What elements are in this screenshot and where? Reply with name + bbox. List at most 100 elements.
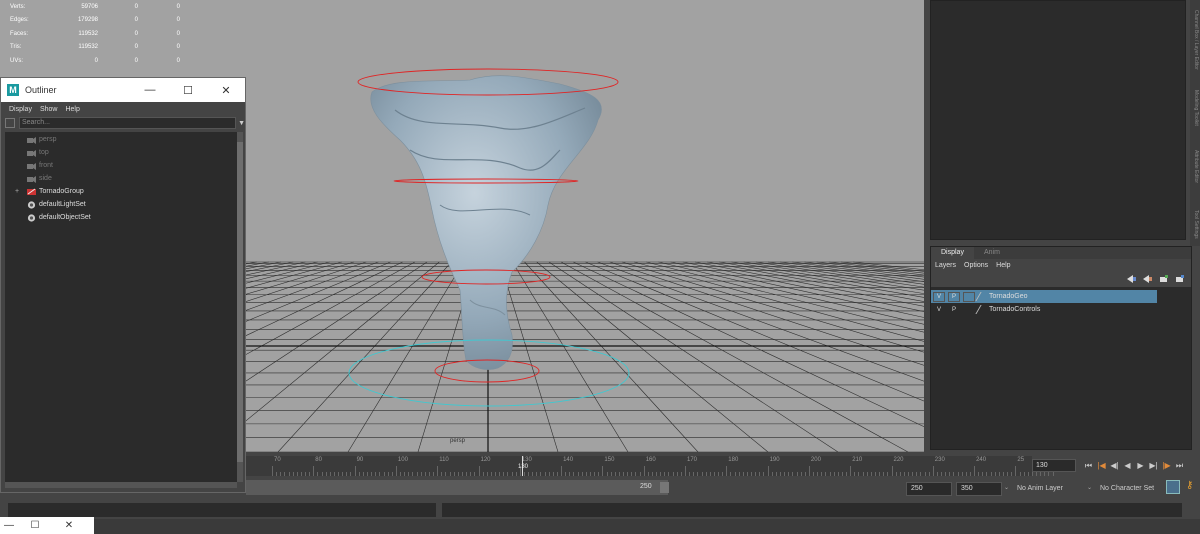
step-back-key-icon[interactable]: |◀ <box>1095 459 1108 473</box>
range-handle[interactable] <box>660 482 669 493</box>
step-forward-key-icon[interactable]: |▶ <box>1160 459 1173 473</box>
menu-show[interactable]: Show <box>40 106 58 113</box>
tick-mark <box>647 472 649 476</box>
minimized-window-bar: — ☐ ✕ <box>0 517 94 534</box>
layer-color-swatch[interactable] <box>975 292 989 301</box>
hud-value: 0 <box>176 30 180 37</box>
outliner-titlebar[interactable]: M Outliner — ☐ ✕ <box>1 78 245 102</box>
step-back-frame-icon[interactable]: ◀| <box>1108 459 1121 473</box>
outliner-item[interactable]: front <box>5 159 237 172</box>
current-time-indicator[interactable]: 130 <box>518 456 528 476</box>
channel-box-area[interactable] <box>930 0 1186 240</box>
visibility-toggle[interactable]: V <box>933 305 945 315</box>
menu-options[interactable]: Options <box>964 262 988 269</box>
new-layer-selected-icon[interactable] <box>1175 275 1185 283</box>
chevron-down-icon[interactable]: ⌄ <box>1087 484 1092 491</box>
side-tab[interactable]: Tool Settings <box>1191 210 1199 239</box>
go-to-start-icon[interactable]: ⏮ <box>1082 459 1095 473</box>
character-set-dropdown[interactable]: No Character Set <box>1100 485 1154 492</box>
menu-layers[interactable]: Layers <box>935 262 956 269</box>
go-to-end-icon[interactable]: ⏭ <box>1173 459 1186 473</box>
move-layer-up-icon[interactable] <box>1127 275 1137 283</box>
outliner-vertical-scrollbar[interactable] <box>237 132 243 482</box>
character-icon[interactable] <box>1166 480 1180 494</box>
range-slider[interactable] <box>246 480 668 495</box>
poly-count-hud: Verts: 59706 0 0 Edges: 179298 0 0 Faces: 119532 0… <box>4 0 184 68</box>
layer-row[interactable]: V P TornadoControls <box>931 303 1191 316</box>
layer-row[interactable]: V P TornadoGeo <box>931 290 1157 303</box>
tab-display[interactable]: Display <box>931 247 974 259</box>
menu-help[interactable]: Help <box>996 262 1010 269</box>
playback-toggle[interactable]: P <box>948 305 960 315</box>
tick-mark <box>734 472 736 476</box>
play-backwards-icon[interactable]: ◀ <box>1121 459 1134 473</box>
range-end-label: 250 <box>640 483 652 490</box>
tick-mark <box>1015 466 1017 476</box>
outliner-item[interactable]: top <box>5 146 237 159</box>
tick-mark <box>874 472 876 476</box>
tick-label: 220 <box>893 457 904 463</box>
window-maximize-button[interactable]: ☐ <box>18 520 52 531</box>
side-tab[interactable]: Modeling Toolkit <box>1191 90 1199 126</box>
tick-mark <box>548 472 550 476</box>
tick-mark <box>400 472 402 476</box>
chevron-down-icon[interactable]: ▼ <box>238 120 245 127</box>
close-button[interactable]: ✕ <box>207 84 245 97</box>
animation-end-field[interactable]: 350 <box>956 482 1002 496</box>
outliner-item[interactable]: side <box>5 172 237 185</box>
time-slider[interactable]: 70 80 90 100 110 120 130 140 150 160 170 180 190 200 2… <box>246 456 1054 476</box>
tick-mark <box>457 472 459 476</box>
outliner-item[interactable]: defaultLightSet <box>5 198 237 211</box>
menu-display[interactable]: Display <box>9 106 32 113</box>
tick-mark <box>779 472 781 476</box>
maximize-button[interactable]: ☐ <box>169 84 207 97</box>
tick-mark <box>486 472 488 476</box>
step-forward-frame-icon[interactable]: ▶| <box>1147 459 1160 473</box>
tick-mark <box>833 472 835 476</box>
layer-name: TornadoControls <box>989 306 1041 313</box>
play-forwards-icon[interactable]: ▶ <box>1134 459 1147 473</box>
new-layer-icon[interactable] <box>1159 275 1169 283</box>
tick-mark <box>701 472 703 476</box>
tick-label: 200 <box>810 457 821 463</box>
chevron-down-icon[interactable]: ⌄ <box>1004 484 1009 491</box>
tick-mark <box>362 472 364 476</box>
expand-toggle[interactable]: + <box>5 188 25 195</box>
move-layer-down-icon[interactable] <box>1143 275 1153 283</box>
side-tab[interactable]: Channel Box / Layer Editor <box>1191 10 1199 70</box>
tick-mark <box>685 466 686 476</box>
tick-mark <box>755 472 757 476</box>
menu-help[interactable]: Help <box>65 106 79 113</box>
playback-end-field[interactable]: 250 <box>906 482 952 496</box>
tornado-funnel[interactable] <box>370 75 602 370</box>
outliner-window: M Outliner — ☐ ✕ Display Show Help Searc… <box>0 77 246 493</box>
command-input[interactable] <box>8 503 436 517</box>
auto-key-icon[interactable]: ⚷ <box>1186 480 1198 494</box>
outliner-item[interactable]: persp <box>5 133 237 146</box>
display-type-toggle[interactable] <box>963 291 975 302</box>
visibility-toggle[interactable]: V <box>933 291 945 302</box>
current-frame-field[interactable]: 130 <box>1032 459 1076 472</box>
playback-toggle[interactable]: P <box>948 291 960 302</box>
tick-mark <box>639 472 641 476</box>
window-minimize-button[interactable]: — <box>0 520 18 531</box>
tick-mark <box>333 472 335 476</box>
filter-icon[interactable] <box>5 118 15 128</box>
search-input[interactable]: Search... <box>18 117 237 129</box>
outliner-horizontal-scrollbar[interactable] <box>5 482 237 488</box>
tick-mark <box>817 472 819 476</box>
outliner-item[interactable]: + TornadoGroup <box>5 185 237 198</box>
window-close-button[interactable]: ✕ <box>52 520 86 531</box>
side-tab[interactable]: Attribute Editor <box>1191 150 1199 183</box>
outliner-item[interactable]: defaultObjectSet <box>5 211 237 224</box>
tick-mark <box>746 472 748 476</box>
tick-mark <box>1023 472 1025 476</box>
minimize-button[interactable]: — <box>131 84 169 96</box>
tab-anim[interactable]: Anim <box>974 247 1010 259</box>
anim-layer-dropdown[interactable]: No Anim Layer <box>1017 485 1063 492</box>
display-type-toggle[interactable] <box>963 305 975 315</box>
layer-color-swatch[interactable] <box>975 305 989 314</box>
tick-mark <box>313 466 315 476</box>
layer-list: V P TornadoGeo V P TornadoControls <box>931 290 1191 316</box>
tick-mark <box>536 472 538 476</box>
